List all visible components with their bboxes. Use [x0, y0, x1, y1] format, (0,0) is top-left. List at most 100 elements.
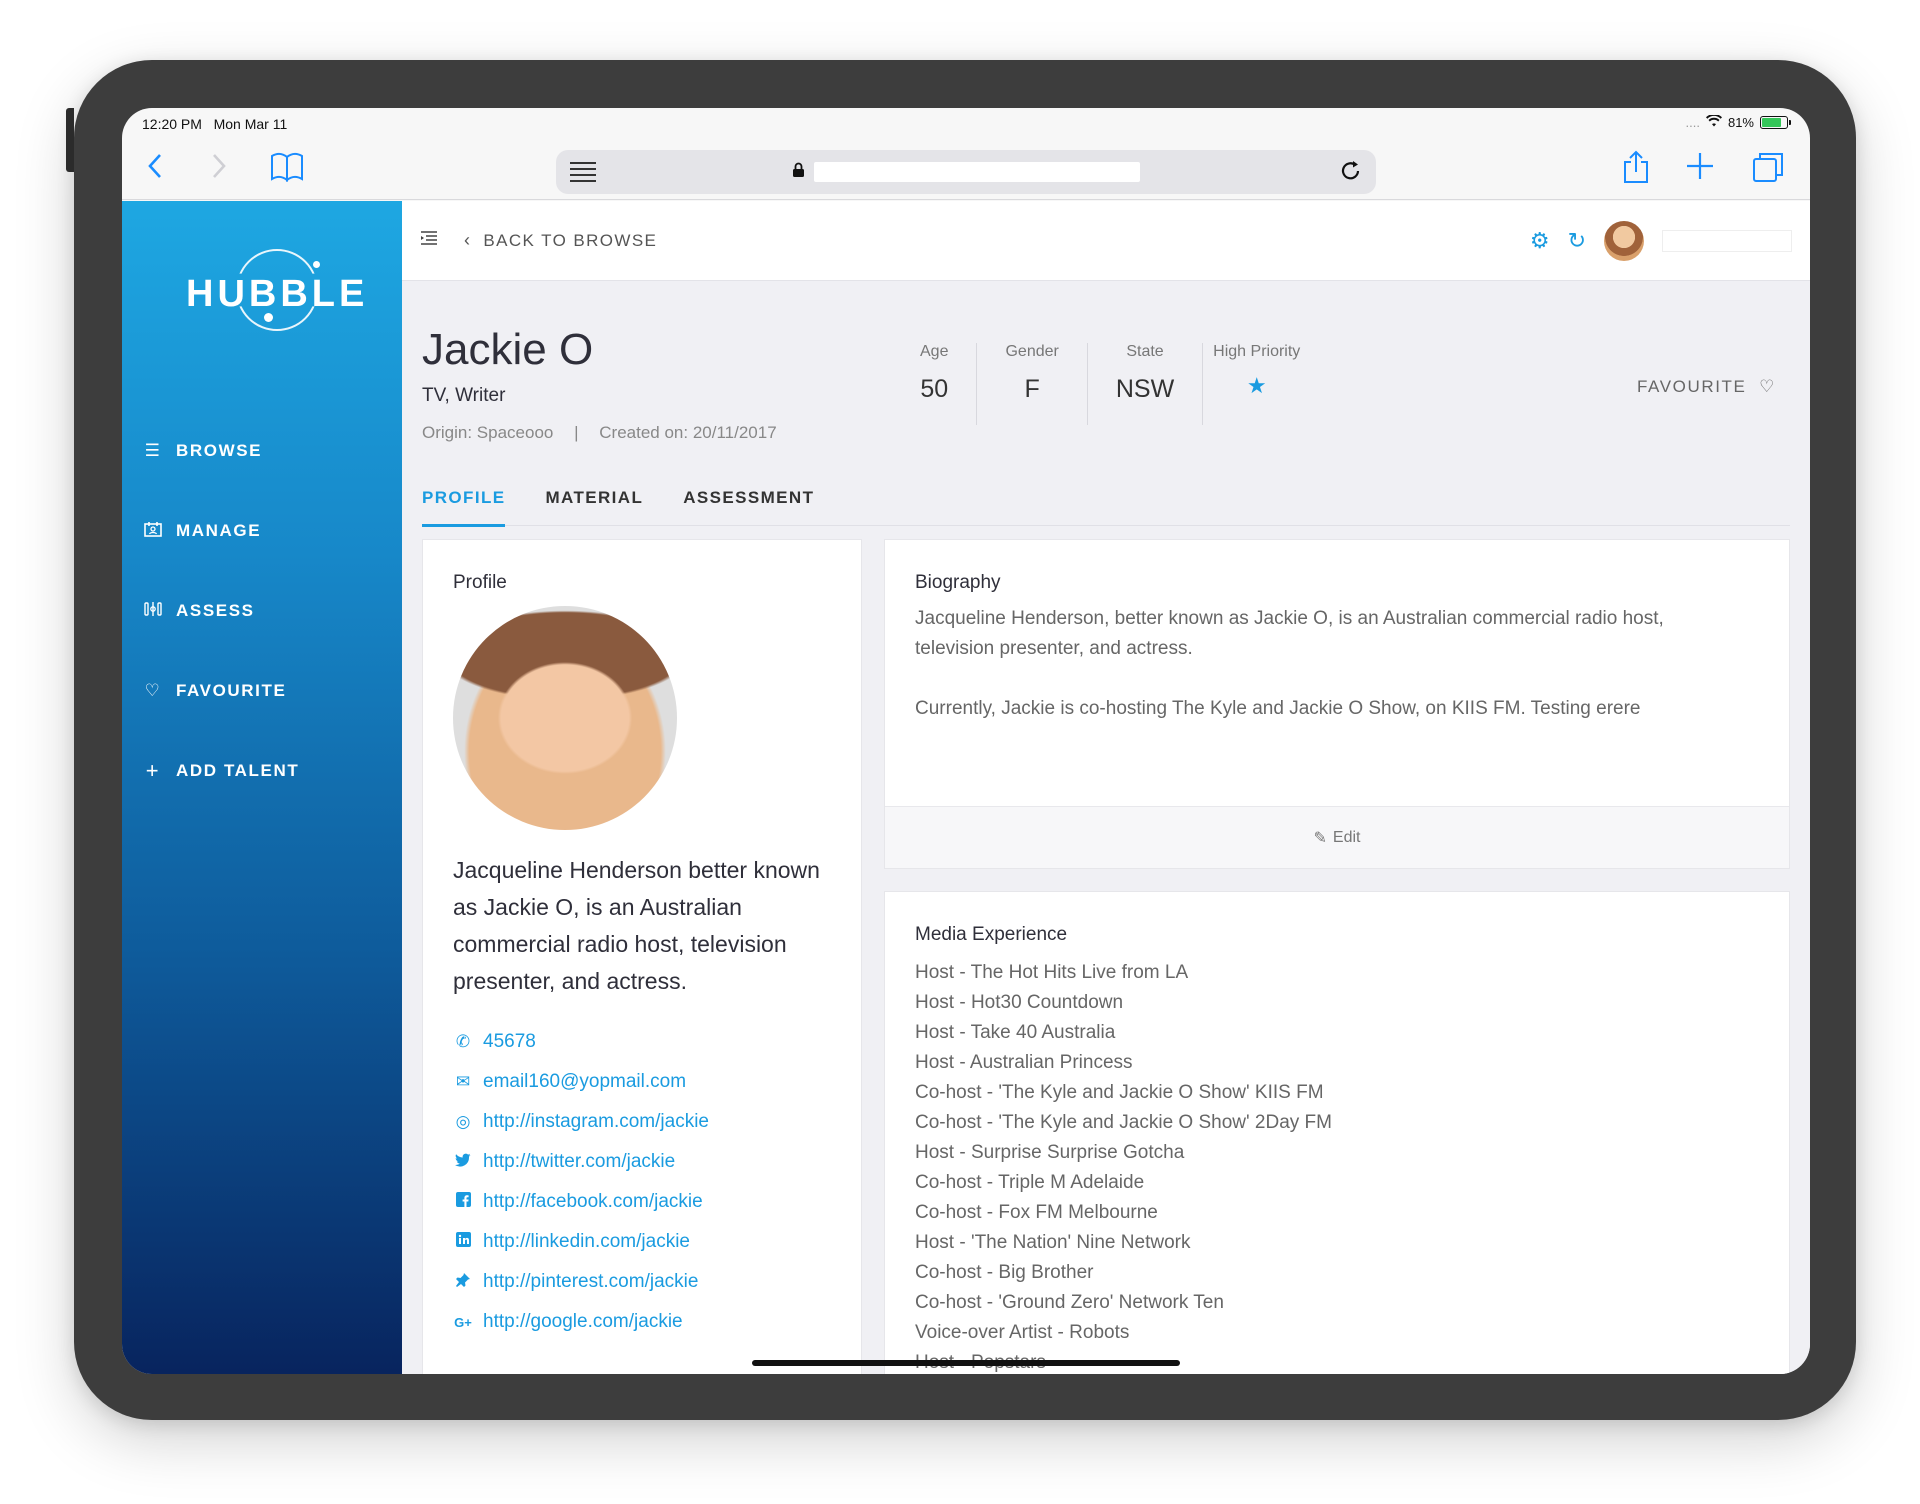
user-avatar[interactable] [1604, 220, 1644, 261]
talent-meta: Origin: Spaceooo | Created on: 20/11/201… [422, 423, 1790, 443]
battery-percent: 81% [1727, 115, 1754, 130]
wifi-icon [1705, 113, 1722, 130]
contact-google[interactable]: G+ http://google.com/jackie [453, 1302, 831, 1342]
favourite-button[interactable]: FAVOURITE ♡ [1637, 377, 1776, 397]
contact-phone[interactable]: ✆ 45678 [453, 1022, 831, 1062]
chevron-right-icon[interactable] [210, 152, 228, 186]
plus-icon[interactable] [1686, 152, 1714, 186]
reader-icon[interactable] [570, 162, 596, 186]
url-text[interactable] [814, 162, 1140, 182]
contact-value: email160@yopmail.com [483, 1071, 687, 1092]
media-experience-item: Host - Surprise Surprise Gotcha [915, 1142, 1185, 1163]
contact-instagram[interactable]: ◎ http://instagram.com/jackie [453, 1102, 831, 1142]
heart-icon: ♡ [1752, 377, 1776, 396]
talent-header: Jackie O TV, Writer Origin: Spaceooo | C… [402, 281, 1810, 476]
media-experience-item: Host - The Hot Hits Live from LA [915, 962, 1189, 983]
tab-profile[interactable]: PROFILE [422, 476, 506, 527]
media-experience-item: Co-host - Big Brother [915, 1262, 1094, 1283]
media-experience-item: Host - Hot30 Countdown [915, 992, 1124, 1013]
back-to-browse-link[interactable]: ‹ BACK TO BROWSE [464, 230, 657, 251]
browser-toolbar [122, 140, 1810, 200]
heart-icon: ♡ [144, 681, 162, 700]
media-experience-item: Host - 'The Nation' Nine Network [915, 1232, 1191, 1253]
home-indicator[interactable] [752, 1360, 1180, 1366]
contact-value: http://google.com/jackie [483, 1311, 683, 1332]
profile-photo [453, 606, 677, 830]
contact-linkedin[interactable]: http://linkedin.com/jackie [453, 1222, 831, 1262]
contact-value: http://twitter.com/jackie [483, 1151, 676, 1172]
stat-label: High Priority [1213, 343, 1301, 360]
refresh-icon[interactable]: ↻ [1568, 228, 1586, 254]
media-experience-item: Co-host - Fox FM Melbourne [915, 1202, 1158, 1223]
stat-value: NSW [1115, 375, 1175, 403]
contact-value: 45678 [483, 1031, 536, 1052]
hubble-logo[interactable]: HUBBLE [186, 249, 364, 331]
contact-twitter[interactable]: http://twitter.com/jackie [453, 1142, 831, 1182]
stat-value: 50 [920, 375, 949, 403]
twitter-icon [453, 1152, 473, 1172]
book-icon[interactable] [270, 152, 304, 188]
edit-biography-button[interactable]: ✎ Edit [885, 806, 1789, 868]
stat-gender: Gender F [977, 343, 1088, 425]
user-name-box[interactable] [1662, 229, 1792, 252]
tab-assessment[interactable]: ASSESSMENT [683, 476, 814, 525]
tab-bar: PROFILE MATERIAL ASSESSMENT [422, 476, 1790, 527]
main-content: ‹ BACK TO BROWSE ⚙ ↻ Jackie O TV, Writer… [402, 201, 1810, 1374]
sidebar-item-manage[interactable]: MANAGE [142, 491, 392, 571]
lock-icon [792, 162, 805, 183]
logo-text: HUBBLE [186, 273, 369, 315]
logo-dot [264, 313, 273, 322]
chevron-left-icon[interactable] [146, 152, 164, 186]
media-experience-item: Host - Take 40 Australia [915, 1022, 1116, 1043]
tab-material[interactable]: MATERIAL [545, 476, 643, 525]
card-title: Media Experience [915, 924, 1068, 945]
facebook-icon [453, 1192, 473, 1212]
talent-created: Created on: 20/11/2017 [599, 423, 777, 442]
sidebar-item-add-talent[interactable]: + ADD TALENT [142, 731, 392, 811]
menu-collapse-icon[interactable] [420, 229, 438, 252]
media-experience-list: Host - The Hot Hits Live from LA Host - H… [915, 958, 1759, 1374]
reload-icon[interactable] [1340, 158, 1362, 189]
contact-list: ✆ 45678 ✉ email160@yopmail.com ◎ http://… [453, 1022, 831, 1342]
biography-paragraph: Jacqueline Henderson, better known as Ja… [915, 608, 1664, 659]
list-icon: ☰ [144, 441, 162, 460]
address-bar[interactable] [556, 150, 1376, 194]
top-bar: ‹ BACK TO BROWSE ⚙ ↻ [402, 201, 1810, 281]
pencil-icon: ✎ [1313, 829, 1327, 847]
contact-pinterest[interactable]: http://pinterest.com/jackie [453, 1262, 831, 1302]
tabs-icon[interactable] [1752, 151, 1784, 189]
contact-value: http://pinterest.com/jackie [483, 1271, 699, 1292]
edit-label: Edit [1332, 828, 1361, 846]
right-column: Biography Jacqueline Henderson, better k… [884, 539, 1790, 1374]
gear-icon[interactable]: ⚙ [1530, 228, 1550, 254]
chevron-left-icon: ‹ [464, 230, 472, 250]
sidebar-item-label: ASSESS [176, 601, 255, 620]
signal-icon: .... [1685, 115, 1700, 130]
card-title: Biography [915, 572, 1001, 593]
calendar-user-icon [142, 521, 164, 542]
contact-value: http://linkedin.com/jackie [483, 1231, 690, 1252]
biography-body: Biography Jacqueline Henderson, better k… [885, 540, 1789, 807]
instagram-icon: ◎ [455, 1112, 471, 1131]
stat-age: Age 50 [892, 343, 978, 425]
sidebar-item-assess[interactable]: ASSESS [142, 571, 392, 651]
phone-icon: ✆ [455, 1032, 471, 1051]
biography-card: Biography Jacqueline Henderson, better k… [884, 539, 1790, 869]
stat-value: F [1024, 375, 1040, 403]
contact-email[interactable]: ✉ email160@yopmail.com [453, 1062, 831, 1102]
screen: 12:20 PM Mon Mar 11 .... 81% HUBBLE ☰ BR… [122, 108, 1810, 1374]
app: HUBBLE ☰ BROWSE MANAGE ASSESS ♡ FAVOURIT… [122, 201, 1810, 1374]
media-experience-item: Co-host - Triple M Adelaide [915, 1172, 1145, 1193]
profile-card: Profile Jacqueline Henderson better know… [422, 539, 862, 1374]
contact-facebook[interactable]: http://facebook.com/jackie [453, 1182, 831, 1222]
contact-value: http://instagram.com/jackie [483, 1111, 709, 1132]
stat-state: State NSW [1088, 343, 1204, 425]
contact-value: http://facebook.com/jackie [483, 1191, 703, 1212]
sidebar-item-favourite[interactable]: ♡ FAVOURITE [142, 651, 392, 731]
star-icon[interactable]: ★ [1213, 373, 1300, 399]
talent-origin: Origin: Spaceooo [422, 423, 554, 442]
cards: Profile Jacqueline Henderson better know… [422, 539, 1790, 1374]
share-icon[interactable] [1622, 150, 1650, 190]
sidebar-item-browse[interactable]: ☰ BROWSE [142, 411, 392, 491]
stat-label: Age [920, 343, 949, 360]
